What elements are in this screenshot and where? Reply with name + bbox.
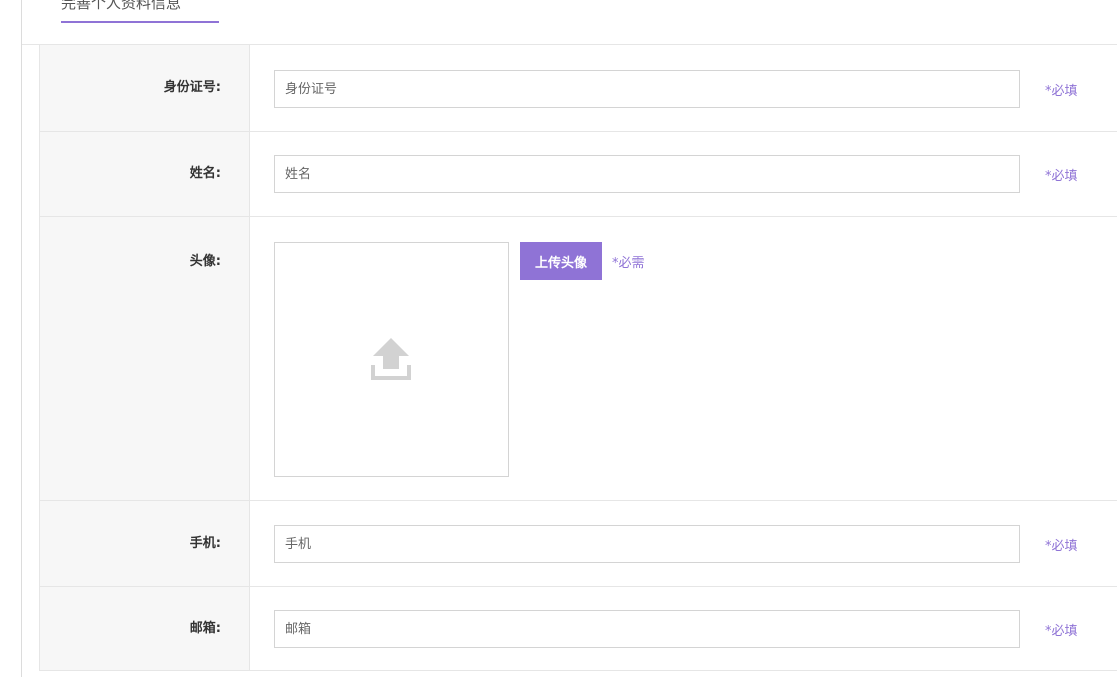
form-row-phone: 手机: *必填 <box>40 501 1117 587</box>
id-card-field-cell: *必填 <box>250 45 1117 131</box>
name-required-note: *必填 <box>1045 169 1078 184</box>
profile-form: 身份证号: *必填 姓名: *必填 头像: <box>39 45 1117 671</box>
avatar-required-note: *必需 <box>612 256 645 271</box>
outer-border <box>21 0 22 677</box>
form-row-email: 邮箱: *必填 <box>40 587 1117 671</box>
upload-avatar-button[interactable]: 上传头像 <box>520 242 602 280</box>
avatar-upload-area[interactable] <box>274 242 509 477</box>
tab-strip: 完善个人资料信息 <box>22 0 1117 45</box>
page: 完善个人资料信息 身份证号: *必填 姓名: *必填 头像: <box>0 0 1117 677</box>
name-input[interactable] <box>274 155 1020 193</box>
upload-icon <box>371 338 411 380</box>
avatar-field-cell: 上传头像 *必需 <box>250 217 1117 500</box>
phone-label: 手机: <box>40 501 250 586</box>
avatar-label: 头像: <box>40 217 250 500</box>
name-field-cell: *必填 <box>250 132 1117 216</box>
id-card-input[interactable] <box>274 70 1020 108</box>
phone-required-note: *必填 <box>1045 539 1078 554</box>
form-row-name: 姓名: *必填 <box>40 132 1117 217</box>
form-row-avatar: 头像: 上传头像 *必需 <box>40 217 1117 501</box>
email-label: 邮箱: <box>40 587 250 670</box>
phone-field-cell: *必填 <box>250 501 1117 586</box>
email-field-cell: *必填 <box>250 587 1117 670</box>
form-row-id-card: 身份证号: *必填 <box>40 45 1117 132</box>
tab-active-indicator <box>61 21 219 23</box>
name-label: 姓名: <box>40 132 250 216</box>
email-input[interactable] <box>274 610 1020 648</box>
id-card-label: 身份证号: <box>40 45 250 131</box>
phone-input[interactable] <box>274 525 1020 563</box>
email-required-note: *必填 <box>1045 624 1078 639</box>
id-card-required-note: *必填 <box>1045 84 1078 99</box>
